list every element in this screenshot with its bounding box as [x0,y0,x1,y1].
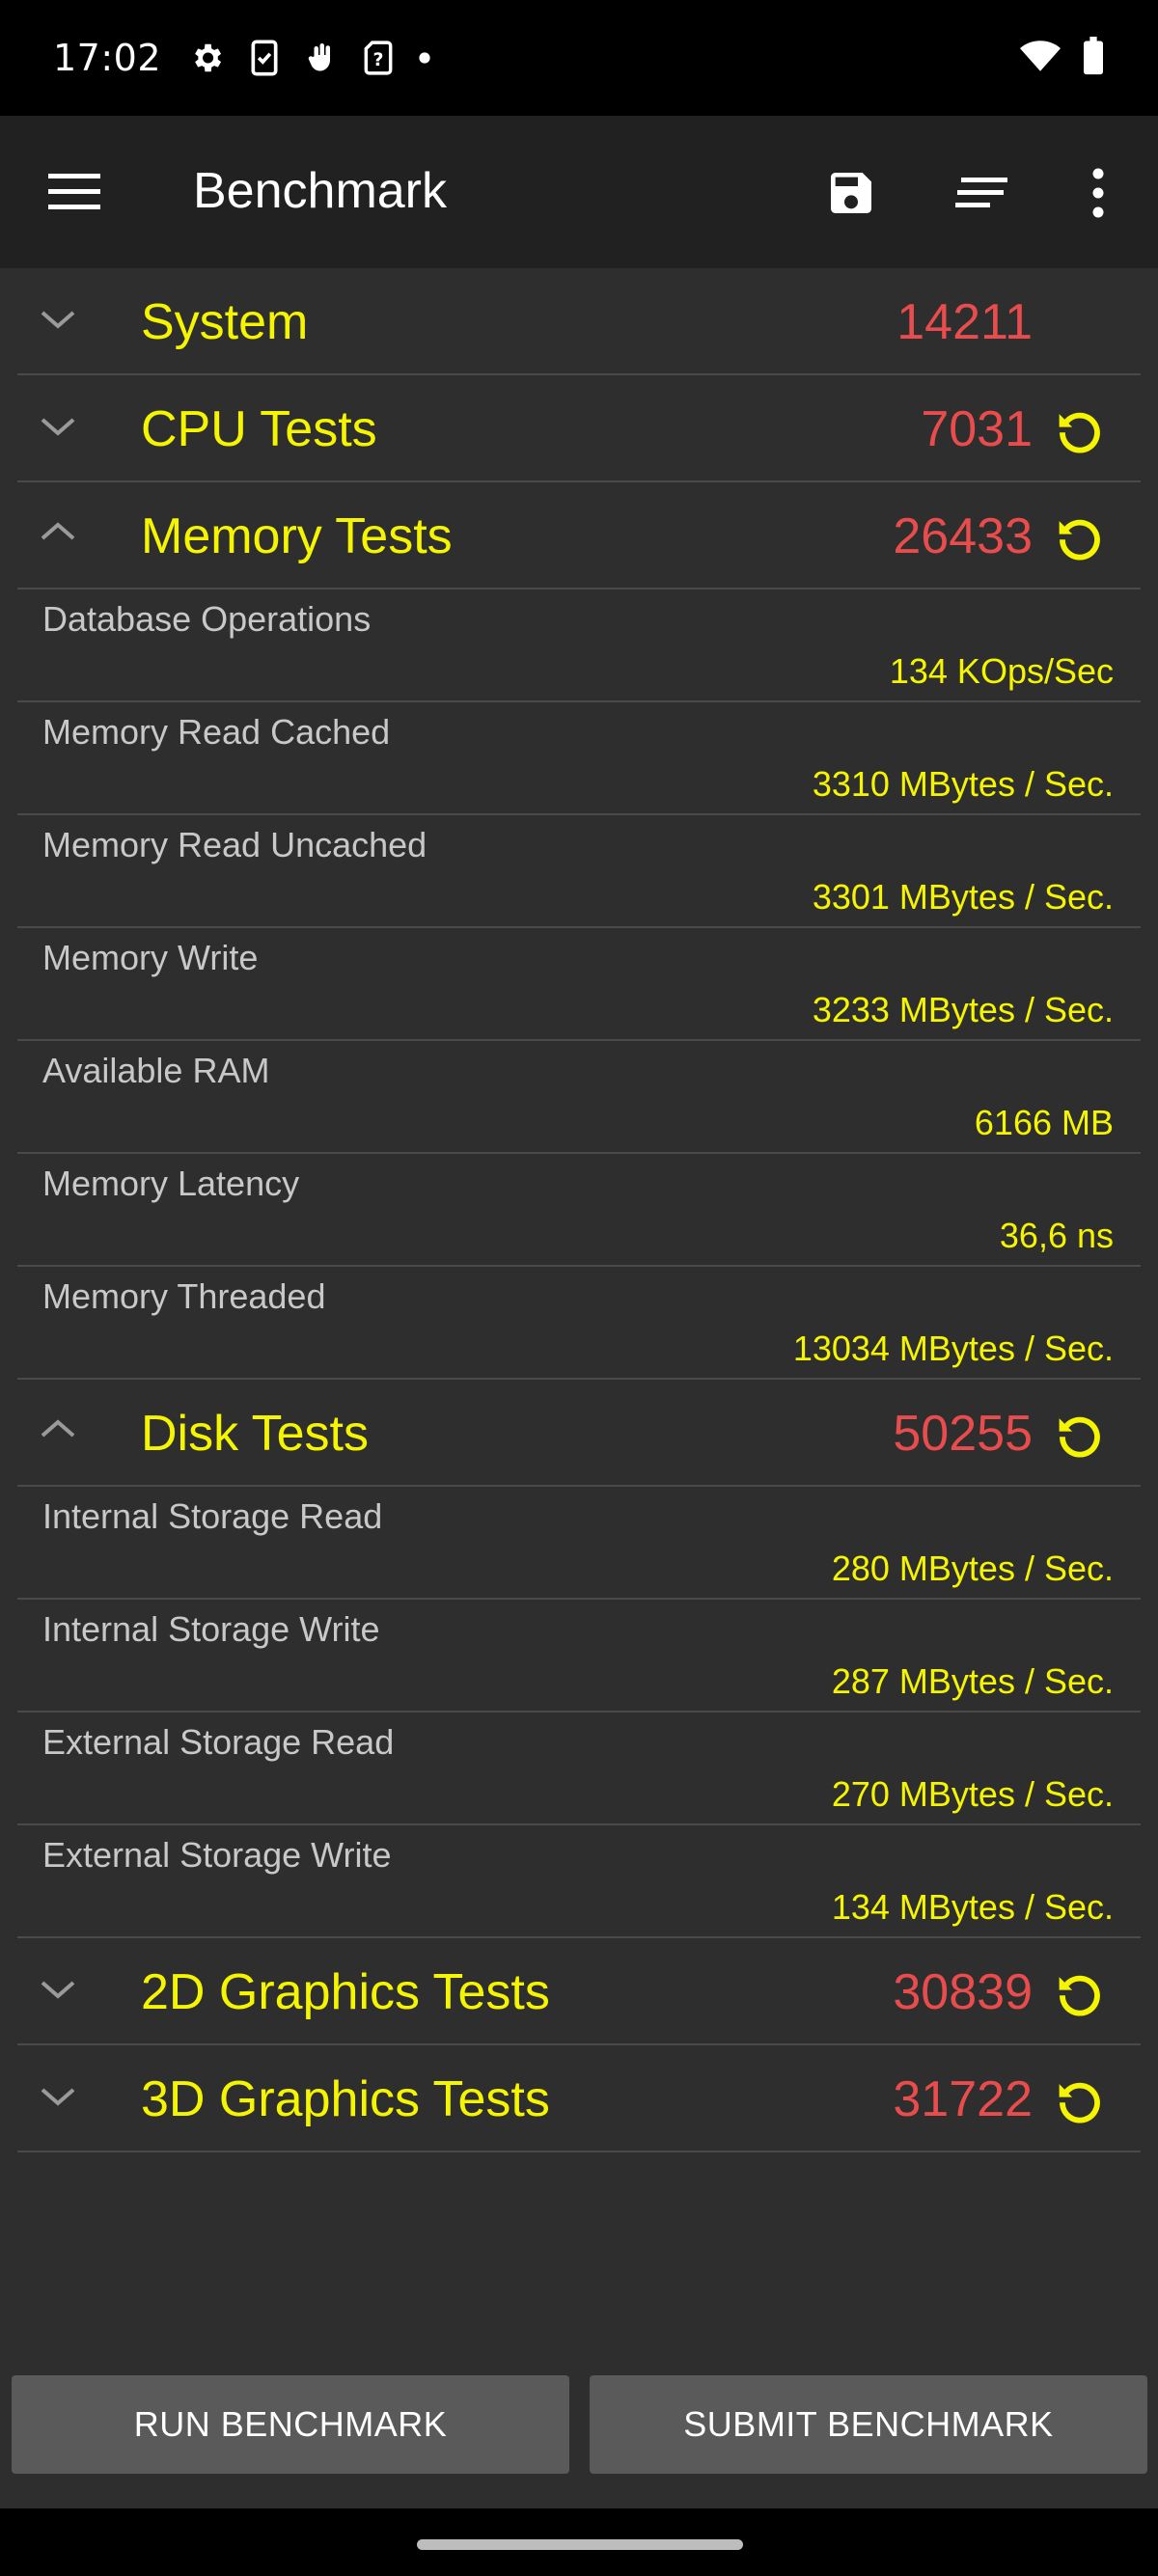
result-label: External Storage Read [42,1722,395,1762]
result-row: Memory Read Cached 3310 MBytes / Sec. [17,702,1141,815]
section-name: CPU Tests [141,401,377,457]
result-label: Memory Threaded [42,1276,326,1316]
chevron-up-icon[interactable] [39,1411,77,1449]
result-value: 134 KOps/Sec [889,651,1114,691]
wifi-icon [1020,39,1061,77]
result-row: Memory Latency 36,6 ns [17,1154,1141,1267]
sim-question-icon: ? [364,40,393,76]
section-cpu[interactable]: CPU Tests 7031 [17,375,1141,482]
section-disk[interactable]: Disk Tests 50255 [17,1380,1141,1487]
submit-benchmark-button[interactable]: SUBMIT BENCHMARK [590,2375,1147,2474]
save-icon[interactable] [824,166,878,224]
menu-icon[interactable] [48,172,102,212]
result-row: Database Operations 134 KOps/Sec [17,589,1141,702]
result-value: 13034 MBytes / Sec. [792,1329,1114,1368]
chevron-down-icon[interactable] [39,299,77,338]
status-time: 17:02 [53,37,162,79]
section-name: Memory Tests [141,508,453,564]
refresh-icon[interactable] [1054,511,1106,563]
battery-icon [1082,37,1105,79]
run-benchmark-button[interactable]: RUN BENCHMARK [12,2375,569,2474]
chevron-down-icon[interactable] [39,406,77,445]
result-value: 3310 MBytes / Sec. [812,764,1114,804]
more-vert-icon[interactable] [1089,166,1108,224]
benchmark-list: System 14211 CPU Tests 7031 Memory Tests… [0,268,1158,2152]
section-name: 3D Graphics Tests [141,2071,550,2127]
section-score: 50255 [893,1406,1033,1462]
chevron-down-icon[interactable] [39,1969,77,2008]
result-label: Memory Write [42,938,259,977]
refresh-icon[interactable] [1054,2074,1106,2126]
result-value: 287 MBytes / Sec. [831,1661,1114,1701]
result-value: 280 MBytes / Sec. [831,1548,1114,1588]
page-title: Benchmark [193,163,447,219]
home-handle[interactable] [417,2539,743,2550]
result-row: Memory Read Uncached 3301 MBytes / Sec. [17,815,1141,928]
result-value: 134 MBytes / Sec. [831,1887,1114,1927]
refresh-icon[interactable] [1054,1967,1106,2019]
chevron-up-icon[interactable] [39,513,77,552]
section-score: 30839 [893,1964,1033,2020]
result-row: Memory Write 3233 MBytes / Sec. [17,928,1141,1041]
section-system[interactable]: System 14211 [17,268,1141,375]
result-row: Internal Storage Write 287 MBytes / Sec. [17,1600,1141,1713]
result-value: 270 MBytes / Sec. [831,1774,1114,1814]
result-label: Memory Read Cached [42,712,391,752]
refresh-icon[interactable] [1054,1409,1106,1461]
section-name: System [141,294,309,350]
section-score: 31722 [893,2071,1033,2127]
result-row: External Storage Read 270 MBytes / Sec. [17,1713,1141,1825]
section-memory[interactable]: Memory Tests 26433 [17,482,1141,589]
section-name: 2D Graphics Tests [141,1964,550,2020]
result-row: Memory Threaded 13034 MBytes / Sec. [17,1267,1141,1380]
refresh-icon[interactable] [1054,404,1106,456]
gear-icon [188,40,225,76]
result-row: Available RAM 6166 MB [17,1041,1141,1154]
result-label: Memory Read Uncached [42,825,427,864]
section-score: 14211 [896,294,1033,350]
result-label: Memory Latency [42,1164,300,1203]
section-score: 26433 [893,508,1033,564]
sort-icon[interactable] [955,176,1009,214]
status-bar: 17:02 ? [0,0,1158,116]
dot-icon [418,51,431,65]
result-value: 3301 MBytes / Sec. [812,877,1114,917]
result-label: Database Operations [42,599,372,639]
section-score: 7031 [921,401,1033,457]
svg-text:?: ? [373,49,384,70]
result-value: 36,6 ns [999,1216,1114,1255]
result-value: 6166 MB [974,1103,1114,1142]
result-label: Internal Storage Write [42,1609,380,1649]
navigation-bar [0,2508,1158,2576]
result-label: Available RAM [42,1051,270,1090]
section-3d-graphics[interactable]: 3D Graphics Tests 31722 [17,2045,1141,2152]
result-row: Internal Storage Read 280 MBytes / Sec. [17,1487,1141,1600]
chevron-down-icon[interactable] [39,2076,77,2115]
result-row: External Storage Write 134 MBytes / Sec. [17,1825,1141,1938]
section-name: Disk Tests [141,1406,369,1462]
clipboard-check-icon [250,39,279,77]
section-2d-graphics[interactable]: 2D Graphics Tests 30839 [17,1938,1141,2045]
result-label: Internal Storage Read [42,1496,383,1536]
result-label: External Storage Write [42,1835,392,1875]
app-bar: Benchmark [0,116,1158,268]
result-value: 3233 MBytes / Sec. [812,990,1114,1029]
hand-wave-icon [304,40,339,76]
